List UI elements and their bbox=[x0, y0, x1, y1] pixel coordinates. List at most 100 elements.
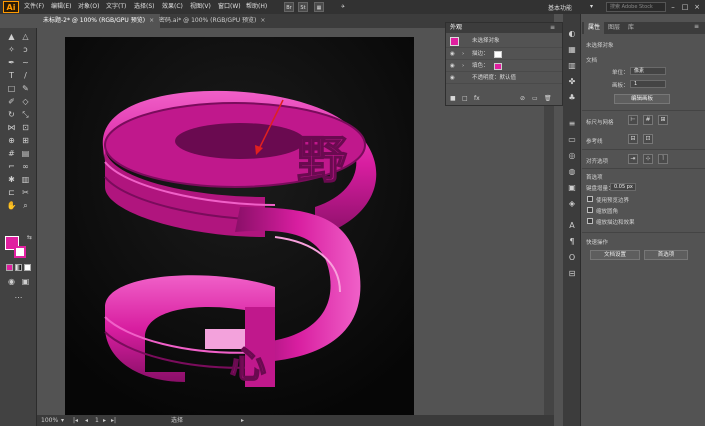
arrange-documents-icon[interactable]: ▦ bbox=[314, 2, 324, 12]
minimize-icon[interactable]: – bbox=[668, 2, 678, 12]
visibility-eye-icon[interactable]: ◉ bbox=[450, 61, 455, 72]
panel-menu-icon[interactable]: ≡ bbox=[550, 24, 555, 31]
scale-corners-checkbox[interactable] bbox=[587, 207, 593, 213]
workspace-chevron-icon[interactable]: ▾ bbox=[590, 3, 593, 10]
use-preview-bounds-checkbox[interactable] bbox=[587, 196, 593, 202]
add-effect-icon[interactable]: fx bbox=[474, 93, 480, 105]
preferences-button[interactable]: 首选项 bbox=[644, 250, 688, 260]
tab-properties[interactable]: 属性 bbox=[584, 22, 605, 34]
grid-icon[interactable]: # bbox=[643, 115, 653, 125]
hand-tool-icon[interactable]: ✋ bbox=[6, 200, 17, 211]
width-tool-icon[interactable]: ⋈ bbox=[6, 122, 17, 133]
next-artboard-icon[interactable]: ▸ bbox=[103, 415, 106, 426]
align-panel-icon[interactable]: ⊟ bbox=[566, 268, 578, 279]
column-graph-icon[interactable]: ▥ bbox=[20, 174, 31, 185]
scale-tool-icon[interactable]: ⤡ bbox=[20, 109, 31, 120]
scale-strokes-checkbox[interactable] bbox=[587, 218, 593, 224]
direct-selection-tool-icon[interactable]: △ bbox=[20, 31, 31, 42]
character-icon[interactable]: A bbox=[566, 220, 578, 231]
magic-wand-icon[interactable]: ✧ bbox=[6, 44, 17, 55]
gradient-mode-icon[interactable] bbox=[15, 264, 22, 271]
tab-untitled-2[interactable]: 未标题-2* @ 100% (RGB/GPU 预览) × bbox=[37, 14, 161, 28]
rectangle-tool-icon[interactable]: □ bbox=[6, 83, 17, 94]
close-icon[interactable]: × bbox=[692, 2, 702, 12]
tab-layers[interactable]: 图层 bbox=[604, 22, 624, 34]
add-stroke-icon[interactable]: ■ bbox=[450, 93, 456, 105]
show-guides-icon[interactable]: ⊟ bbox=[628, 134, 638, 144]
bridge-button[interactable]: Br bbox=[284, 2, 294, 12]
transparency-icon[interactable]: ◎ bbox=[566, 150, 578, 161]
color-panel-icon[interactable]: ◐ bbox=[566, 28, 578, 39]
opacity-label[interactable]: 不透明度：默认值 bbox=[472, 73, 516, 84]
add-fill-icon[interactable]: □ bbox=[462, 93, 468, 105]
tab-libraries[interactable]: 库 bbox=[624, 22, 638, 34]
screen-mode-icon[interactable]: ▣ bbox=[20, 276, 31, 287]
appearance-panel-title[interactable]: 外观 bbox=[446, 23, 562, 33]
first-artboard-icon[interactable]: |◂ bbox=[73, 415, 78, 426]
menu-help[interactable]: 帮助(H) bbox=[246, 2, 267, 12]
expand-chevron-icon[interactable]: › bbox=[462, 61, 464, 72]
symbol-sprayer-icon[interactable]: ✱ bbox=[6, 174, 17, 185]
gradient-panel-icon[interactable]: ▭ bbox=[566, 134, 578, 145]
menu-type[interactable]: 文字(T) bbox=[106, 2, 126, 12]
prev-artboard-icon[interactable]: ◂ bbox=[85, 415, 88, 426]
swap-fill-stroke-icon[interactable]: ⇆ bbox=[24, 232, 35, 243]
clear-appearance-icon[interactable]: ⊘ bbox=[520, 93, 525, 105]
free-transform-icon[interactable]: ⊡ bbox=[20, 122, 31, 133]
brushes-icon[interactable]: ✤ bbox=[566, 76, 578, 87]
rotate-tool-icon[interactable]: ↻ bbox=[6, 109, 17, 120]
slice-tool-icon[interactable]: ✂ bbox=[20, 187, 31, 198]
pen-tool-icon[interactable]: ✒ bbox=[6, 57, 17, 68]
selection-tool-icon[interactable]: ▲ bbox=[6, 31, 17, 42]
snap-to-pixel-icon[interactable]: ⊺ bbox=[658, 154, 668, 164]
artboard[interactable]: 野 心 bbox=[65, 37, 414, 415]
menu-effect[interactable]: 效果(C) bbox=[162, 2, 183, 12]
tab-password[interactable]: 密码.ai* @ 100% (RGB/GPU 预览) × bbox=[153, 14, 271, 28]
status-arrow-icon[interactable]: ▸ bbox=[241, 415, 244, 426]
appearance-stroke-row[interactable]: ◉ › 描边： bbox=[446, 49, 562, 60]
shape-builder-icon[interactable]: ⊕ bbox=[6, 135, 17, 146]
appearance-opacity-row[interactable]: ◉ 不透明度：默认值 bbox=[446, 73, 562, 84]
draw-mode-icon[interactable]: ◉ bbox=[6, 276, 17, 287]
eyedropper-icon[interactable]: ⌐ bbox=[6, 161, 17, 172]
menu-window[interactable]: 窗口(W) bbox=[218, 2, 241, 12]
graphic-styles-icon[interactable]: ▣ bbox=[566, 182, 578, 193]
zoom-dropdown-icon[interactable]: ▾ bbox=[61, 415, 64, 426]
maximize-icon[interactable]: □ bbox=[680, 2, 690, 12]
visibility-eye-icon[interactable]: ◉ bbox=[450, 49, 455, 60]
units-dropdown[interactable]: 像素 bbox=[630, 67, 666, 75]
visibility-eye-icon[interactable]: ◉ bbox=[450, 73, 455, 84]
lock-guides-icon[interactable]: ⊡ bbox=[643, 134, 653, 144]
paragraph-icon[interactable]: ¶ bbox=[566, 236, 578, 247]
eraser-icon[interactable]: ◇ bbox=[20, 96, 31, 107]
menu-file[interactable]: 文件(F) bbox=[24, 2, 44, 12]
symbols-icon[interactable]: ♣ bbox=[566, 92, 578, 103]
keyboard-increment-input[interactable]: 0.05 px bbox=[610, 183, 636, 191]
expand-chevron-icon[interactable]: › bbox=[462, 49, 464, 60]
color-mode-icon[interactable] bbox=[6, 264, 13, 271]
last-artboard-icon[interactable]: ▸| bbox=[111, 415, 116, 426]
snap-to-point-icon[interactable]: ⇥ bbox=[628, 154, 638, 164]
workspace-switcher[interactable]: 基本功能 bbox=[548, 3, 572, 12]
shaper-tool-icon[interactable]: ✐ bbox=[6, 96, 17, 107]
stroke-panel-icon[interactable]: ≡ bbox=[566, 118, 578, 129]
gradient-tool-icon[interactable]: ▤ bbox=[20, 148, 31, 159]
appearance-icon[interactable]: ◍ bbox=[566, 166, 578, 177]
artboard-tool-icon[interactable]: ⊏ bbox=[6, 187, 17, 198]
menu-view[interactable]: 视图(V) bbox=[190, 2, 211, 12]
pixel-grid-icon[interactable]: ⊞ bbox=[658, 115, 668, 125]
color-guide-icon[interactable]: ▦ bbox=[566, 44, 578, 55]
edit-artboard-button[interactable]: 编辑画板 bbox=[614, 94, 670, 104]
gpu-rocket-icon[interactable]: ✈ bbox=[338, 2, 348, 12]
perspective-grid-icon[interactable]: ⊞ bbox=[20, 135, 31, 146]
fill-color-swatch[interactable] bbox=[494, 63, 502, 70]
lasso-icon[interactable]: ↄ bbox=[20, 44, 31, 55]
stroke-none-swatch[interactable] bbox=[494, 51, 502, 58]
duplicate-item-icon[interactable]: ▭ bbox=[532, 93, 538, 105]
ruler-icon[interactable]: ⊢ bbox=[628, 115, 638, 125]
menu-object[interactable]: 对象(O) bbox=[78, 2, 99, 12]
menu-edit[interactable]: 编辑(E) bbox=[51, 2, 71, 12]
mesh-tool-icon[interactable]: # bbox=[6, 148, 17, 159]
menu-select[interactable]: 选择(S) bbox=[134, 2, 155, 12]
appearance-fill-row[interactable]: ◉ › 填色： bbox=[446, 61, 562, 72]
